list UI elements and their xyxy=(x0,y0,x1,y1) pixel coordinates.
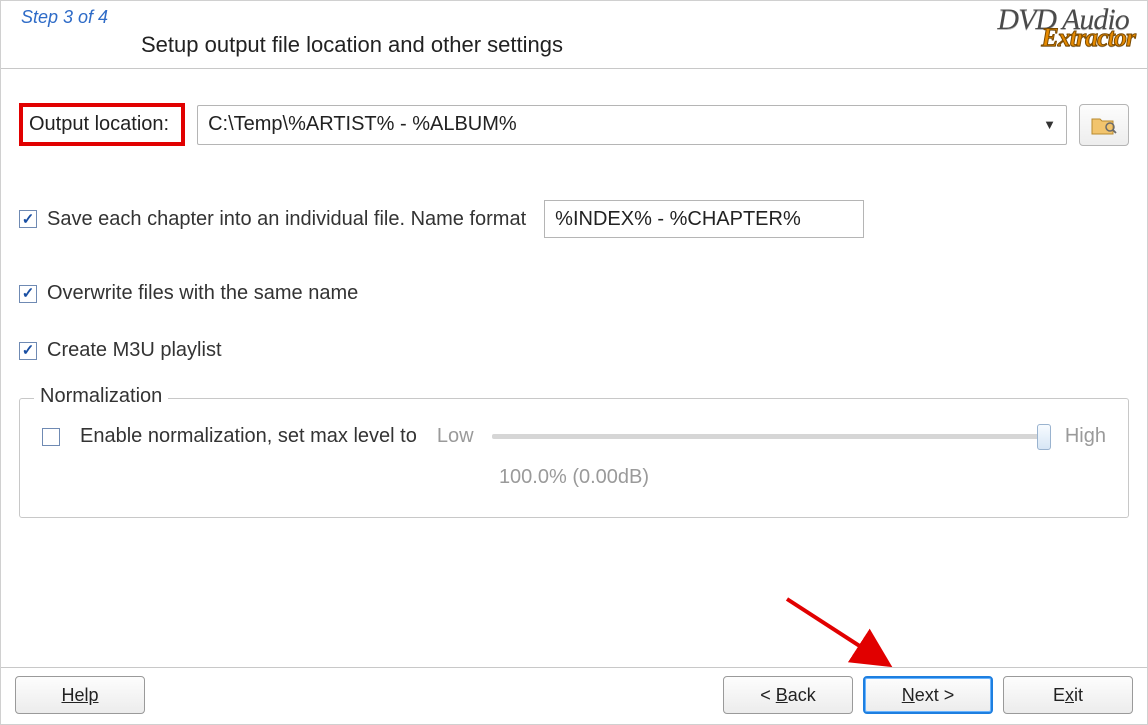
normalization-group: Normalization Enable normalization, set … xyxy=(19,398,1129,518)
page-title: Setup output file location and other set… xyxy=(11,32,1137,58)
step-indicator: Step 3 of 4 xyxy=(11,7,1137,28)
normalization-checkbox[interactable] xyxy=(42,428,60,446)
wizard-header: Step 3 of 4 Setup output file location a… xyxy=(1,1,1147,69)
normalization-legend: Normalization xyxy=(34,385,168,408)
wizard-footer: Help < Back Next > Exit xyxy=(1,667,1147,724)
browse-button[interactable] xyxy=(1079,104,1129,146)
normalization-label: Enable normalization, set max level to xyxy=(80,425,417,448)
save-chapter-row: Save each chapter into an individual fil… xyxy=(19,200,1129,238)
slider-high-label: High xyxy=(1065,425,1106,448)
normalization-row: Enable normalization, set max level to L… xyxy=(42,425,1106,448)
help-button-label: Help xyxy=(61,685,98,705)
output-location-row: Output location: C:\Temp\%ARTIST% - %ALB… xyxy=(19,103,1129,146)
create-m3u-label: Create M3U playlist xyxy=(47,339,222,362)
output-location-combobox[interactable]: C:\Temp\%ARTIST% - %ALBUM% ▼ xyxy=(197,105,1067,145)
exit-button[interactable]: Exit xyxy=(1003,676,1133,714)
overwrite-label: Overwrite files with the same name xyxy=(47,282,358,305)
create-m3u-checkbox[interactable] xyxy=(19,342,37,360)
normalization-value: 100.0% (0.00dB) xyxy=(42,466,1106,489)
normalization-slider[interactable] xyxy=(492,434,1047,439)
logo-line2: Extractor xyxy=(1041,23,1135,53)
help-button[interactable]: Help xyxy=(15,676,145,714)
folder-search-icon xyxy=(1091,114,1117,136)
app-logo: DVD Audio Extractor xyxy=(997,3,1135,53)
overwrite-checkbox[interactable] xyxy=(19,285,37,303)
back-button[interactable]: < Back xyxy=(723,676,853,714)
save-chapter-checkbox[interactable] xyxy=(19,210,37,228)
slider-low-label: Low xyxy=(437,425,474,448)
output-location-value: C:\Temp\%ARTIST% - %ALBUM% xyxy=(208,113,517,136)
save-chapter-label: Save each chapter into an individual fil… xyxy=(47,208,526,231)
slider-thumb[interactable] xyxy=(1037,424,1051,450)
next-button[interactable]: Next > xyxy=(863,676,993,714)
wizard-content: Output location: C:\Temp\%ARTIST% - %ALB… xyxy=(1,69,1147,528)
chevron-down-icon: ▼ xyxy=(1043,117,1056,132)
footer-nav-buttons: < Back Next > Exit xyxy=(723,676,1133,714)
normalization-slider-area: Low High xyxy=(437,425,1106,448)
overwrite-row: Overwrite files with the same name xyxy=(19,282,1129,305)
output-location-label: Output location: xyxy=(19,103,185,146)
name-format-input[interactable] xyxy=(544,200,864,238)
create-m3u-row: Create M3U playlist xyxy=(19,339,1129,362)
